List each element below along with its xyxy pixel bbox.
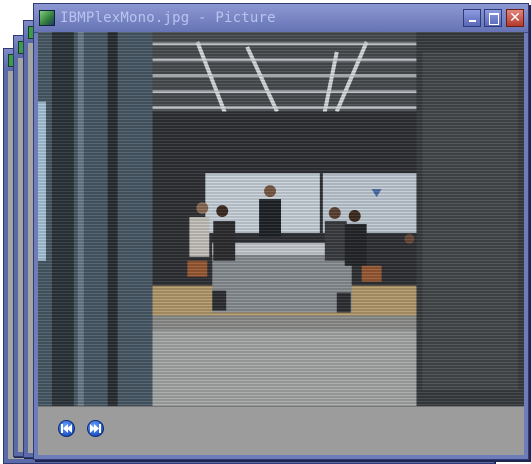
window-title: IBMPlexMono.jpg - Picture <box>60 10 276 26</box>
viewer-controls <box>38 406 524 455</box>
previous-icon <box>61 424 72 433</box>
close-icon: ✕ <box>509 10 521 26</box>
minimize-button[interactable] <box>463 9 481 27</box>
previous-button[interactable] <box>58 420 75 437</box>
desktop: IBMPlexMono.jpg - Picture ✕ <box>0 0 531 464</box>
maximize-button[interactable] <box>484 9 502 27</box>
minimize-icon <box>469 20 476 22</box>
next-button[interactable] <box>87 420 104 437</box>
close-button[interactable]: ✕ <box>506 9 524 27</box>
next-icon <box>90 424 101 433</box>
picture-app-icon <box>39 10 55 26</box>
photo <box>38 32 524 407</box>
maximize-icon <box>489 13 499 25</box>
picture-viewer-window[interactable]: IBMPlexMono.jpg - Picture ✕ <box>33 3 529 460</box>
titlebar[interactable]: IBMPlexMono.jpg - Picture ✕ <box>34 4 528 33</box>
image-viewport[interactable] <box>38 32 524 407</box>
